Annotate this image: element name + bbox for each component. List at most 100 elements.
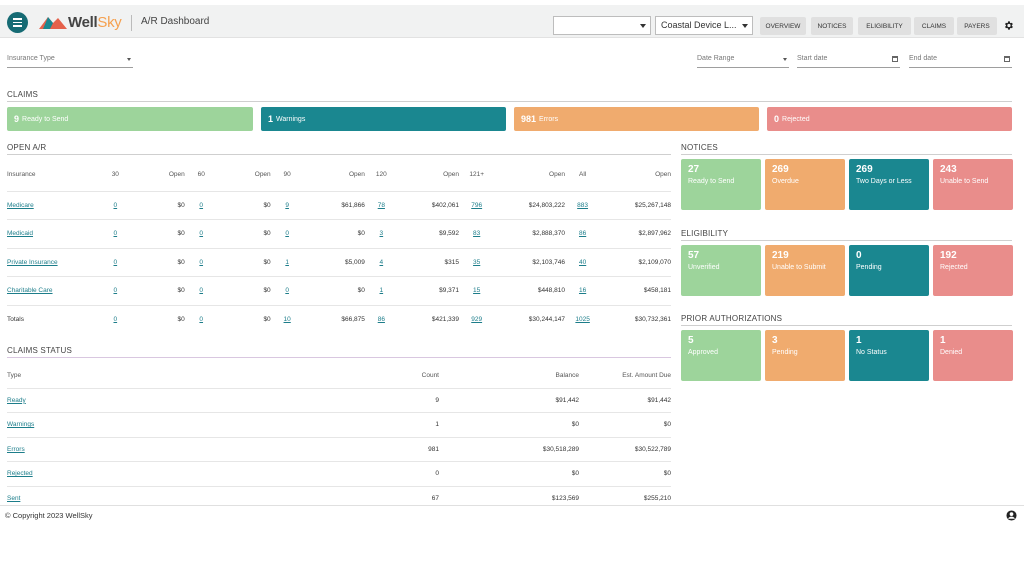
totals-row: Totals 0 $0 0 $0 10 $66,875 86 $421,339 …	[7, 304, 671, 334]
count-link[interactable]: 4	[380, 259, 384, 266]
count-link[interactable]: 0	[199, 287, 203, 294]
copyright-text: © Copyright 2023 WellSky	[5, 511, 93, 520]
count-link[interactable]: 0	[285, 287, 289, 294]
count-link[interactable]: 0	[285, 230, 289, 237]
balance-cell: $0	[439, 412, 579, 437]
insurance-link[interactable]: Charitable Care	[7, 276, 99, 305]
col-header: Open	[348, 171, 365, 179]
date-range-select[interactable]: Date Range	[697, 54, 789, 68]
count-link[interactable]: 1	[285, 259, 289, 266]
count-link[interactable]: 0	[199, 316, 203, 323]
count-link[interactable]: 10	[284, 316, 291, 323]
count-link[interactable]: 929	[471, 316, 482, 323]
count-link[interactable]: 0	[199, 230, 203, 237]
prior-auth-denied-tile[interactable]: 1 Denied	[933, 330, 1013, 381]
menu-icon[interactable]	[7, 12, 28, 33]
start-date-input[interactable]: Start date	[797, 54, 900, 68]
col-header: Open	[655, 171, 671, 179]
count-link[interactable]: 15	[473, 287, 480, 294]
insurance-type-select[interactable]: Insurance Type	[7, 54, 133, 68]
count-cell: 981	[307, 436, 439, 462]
status-type-link[interactable]: Errors	[7, 446, 25, 453]
claims-errors-bar[interactable]: 981 Errors	[514, 107, 759, 131]
eligibility-pending-tile[interactable]: 0 Pending	[849, 245, 929, 296]
insurance-link[interactable]: Medicare	[7, 190, 99, 220]
count-link[interactable]: 9	[285, 202, 289, 209]
count-link[interactable]: 0	[113, 230, 117, 237]
status-type-link[interactable]: Warnings	[7, 421, 34, 428]
notices-ready-tile[interactable]: 27 Ready to Send	[681, 159, 761, 210]
count-link[interactable]: 86	[378, 316, 385, 323]
amount-cell: $0	[131, 247, 185, 277]
count-link[interactable]: 1	[380, 287, 384, 294]
divider	[7, 154, 671, 155]
status-type-link[interactable]: Rejected	[7, 470, 33, 477]
insurance-link[interactable]: Medicaid	[7, 219, 99, 248]
count-link[interactable]: 0	[199, 202, 203, 209]
amount-cell: $25,267,148	[600, 190, 671, 220]
gear-icon[interactable]	[1003, 20, 1014, 31]
count-link[interactable]: 0	[199, 259, 203, 266]
nav-payers-button[interactable]: PAYERS	[957, 17, 997, 35]
amount-cell: $0	[217, 247, 271, 277]
amount-cell: $315	[397, 247, 460, 277]
calendar-icon[interactable]	[1004, 56, 1010, 62]
amount-cell: $0	[303, 219, 365, 248]
prior-auth-approved-tile[interactable]: 5 Approved	[681, 330, 761, 381]
notices-unable-tile[interactable]: 243 Unable to Send	[933, 159, 1013, 210]
col-header: Insurance	[7, 171, 36, 179]
chevron-down-icon	[742, 24, 748, 28]
status-type-link[interactable]: Ready	[7, 397, 26, 404]
nav-overview-button[interactable]: OVERVIEW	[760, 17, 806, 35]
title-divider	[131, 15, 132, 31]
empty-select[interactable]	[553, 16, 651, 35]
count-link[interactable]: 16	[579, 287, 586, 294]
divider	[7, 357, 671, 358]
claims-warnings-bar[interactable]: 1 Warnings	[261, 107, 506, 131]
count-link[interactable]: 3	[380, 230, 384, 237]
eligibility-rejected-tile[interactable]: 192 Rejected	[933, 245, 1013, 296]
prior-auth-no-status-tile[interactable]: 1 No Status	[849, 330, 929, 381]
count-link[interactable]: 0	[113, 287, 117, 294]
prior-auth-pending-tile[interactable]: 3 Pending	[765, 330, 845, 381]
count-link[interactable]: 78	[378, 202, 385, 209]
count-link[interactable]: 883	[577, 202, 588, 209]
count-link[interactable]: 83	[473, 230, 480, 237]
col-header: Open	[254, 171, 271, 179]
amount-cell: $2,897,962	[600, 219, 671, 248]
amount-cell: $66,875	[303, 304, 365, 334]
nav-claims-button[interactable]: CLAIMS	[914, 17, 954, 35]
end-date-input[interactable]: End date	[909, 54, 1012, 68]
notices-overdue-tile[interactable]: 269 Overdue	[765, 159, 845, 210]
open-ar-section-title: OPEN A/R	[7, 143, 47, 152]
count-link[interactable]: 0	[113, 259, 117, 266]
calendar-icon[interactable]	[892, 56, 898, 62]
table-row: Charitable Care 0 $0 0 $0 0 $0 1 $9,371 …	[7, 276, 671, 305]
count-link[interactable]: 796	[471, 202, 482, 209]
claims-rejected-bar[interactable]: 0 Rejected	[767, 107, 1012, 131]
notices-two-days-tile[interactable]: 269 Two Days or Less	[849, 159, 929, 210]
count-link[interactable]: 0	[113, 202, 117, 209]
claims-ready-bar[interactable]: 9 Ready to Send	[7, 107, 253, 131]
insurance-link[interactable]: Private Insurance	[7, 247, 99, 277]
eligibility-unverified-tile[interactable]: 57 Unverified	[681, 245, 761, 296]
user-account-icon[interactable]	[1006, 510, 1017, 521]
count-link[interactable]: 40	[579, 259, 586, 266]
nav-eligibility-button[interactable]: ELIGIBILITY	[858, 17, 911, 35]
count-link[interactable]: 35	[473, 259, 480, 266]
amount-due-cell: $0	[579, 461, 671, 486]
wellsky-logo[interactable]: WellSky	[39, 14, 122, 31]
count-link[interactable]: 1025	[575, 316, 589, 323]
nav-notices-button[interactable]: NOTICES	[811, 17, 853, 35]
col-header: Balance	[555, 371, 580, 379]
count-link[interactable]: 86	[579, 230, 586, 237]
amount-due-cell: $0	[579, 412, 671, 437]
table-header-row: Insurance 30 Open 60 Open 90 Open 120 Op…	[7, 159, 671, 191]
status-type-link[interactable]: Sent	[7, 495, 20, 502]
amount-cell: $2,888,370	[494, 219, 565, 248]
count-link[interactable]: 0	[113, 316, 117, 323]
location-select[interactable]: Coastal Device L...	[655, 16, 753, 35]
amount-cell: $30,732,361	[600, 304, 671, 334]
eligibility-unable-tile[interactable]: 219 Unable to Submit	[765, 245, 845, 296]
table-row: Warnings 1 $0 $0	[7, 412, 671, 437]
